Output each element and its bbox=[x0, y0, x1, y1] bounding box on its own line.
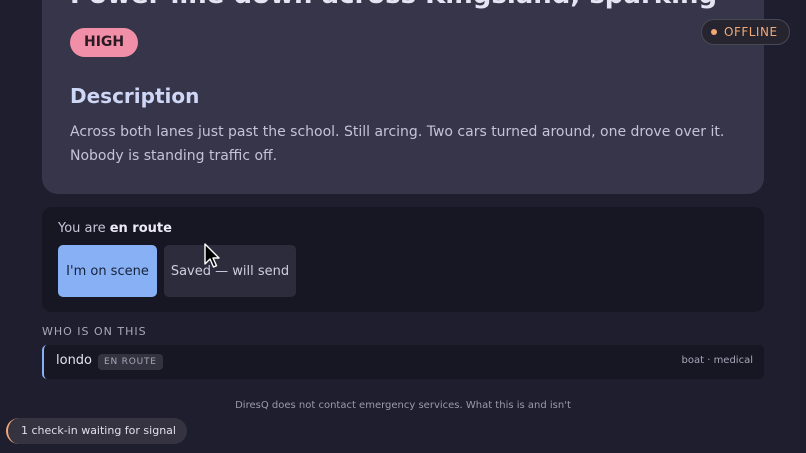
pending-checkin-toast[interactable]: 1 check-in waiting for signal bbox=[6, 418, 187, 444]
incident-title: Power line down across Kingsland, sparki… bbox=[70, 0, 717, 10]
status-current: en route bbox=[109, 221, 172, 236]
responder-name: londo bbox=[56, 353, 93, 368]
severity-badge: HIGH bbox=[70, 28, 139, 57]
current-status-line: You are en route bbox=[58, 221, 172, 236]
mouse-cursor-icon bbox=[204, 243, 220, 268]
offline-dot-icon bbox=[711, 29, 717, 35]
responder-status-panel: You are en route I'm on scene Saved — wi… bbox=[42, 207, 764, 312]
responder-status-badge: EN ROUTE bbox=[98, 354, 163, 370]
responder-row: londo EN ROUTE boat · medical bbox=[42, 345, 764, 379]
status-prefix: You are bbox=[58, 221, 110, 236]
offline-label: OFFLINE bbox=[724, 25, 778, 39]
footer-disclaimer[interactable]: DiresQ does not contact emergency servic… bbox=[0, 400, 806, 411]
responder-skills: boat · medical bbox=[681, 355, 753, 366]
description-text: Across both lanes just past the school. … bbox=[70, 124, 725, 164]
saved-pending-button[interactable]: Saved — will send bbox=[164, 245, 296, 297]
incident-card: Power line down across Kingsland, sparki… bbox=[42, 0, 764, 194]
offline-status-pill: OFFLINE bbox=[701, 19, 790, 45]
responders-heading: WHO IS ON THIS bbox=[42, 325, 147, 338]
on-scene-button[interactable]: I'm on scene bbox=[58, 245, 157, 297]
description-heading: Description bbox=[70, 84, 200, 108]
